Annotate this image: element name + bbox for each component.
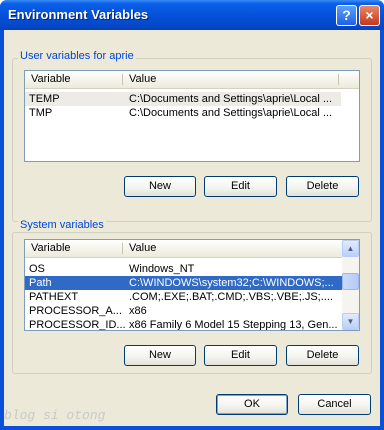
list-item[interactable]: PROCESSOR_A... x86 (25, 304, 342, 318)
list-item[interactable]: PATHEXT .COM;.EXE;.BAT;.CMD;.VBS;.VBE;.J… (25, 290, 342, 304)
ok-button[interactable]: OK (216, 394, 288, 415)
variable-value: x86 (129, 305, 147, 317)
watermark-text: blog si otong (4, 408, 106, 423)
variable-name: PATHEXT (29, 291, 79, 303)
variable-name: OS (29, 263, 45, 275)
list-item-selected[interactable]: Path C:\WINDOWS\system32;C:\WINDOWS;... (25, 276, 342, 290)
chevron-down-icon: ▼ (346, 317, 355, 326)
list-item[interactable]: TEMP C:\Documents and Settings\aprie\Loc… (25, 92, 341, 106)
variable-name: Path (29, 277, 52, 289)
close-icon: × (365, 7, 374, 23)
scroll-thumb[interactable] (342, 273, 359, 290)
help-icon: ? (342, 7, 351, 23)
variable-value: .COM;.EXE;.BAT;.CMD;.VBS;.VBE;.JS;.... (129, 291, 333, 303)
list-header: Variable Value (25, 71, 359, 89)
system-new-button[interactable]: New (124, 345, 196, 366)
system-variables-list[interactable]: Variable Value OS Windows_NT Path C:\WIN… (24, 239, 360, 331)
variable-value: C:\WINDOWS\system32;C:\WINDOWS;... (129, 277, 334, 289)
variable-value: C:\Documents and Settings\aprie\Local ..… (129, 107, 332, 119)
title-bar[interactable]: Environment Variables ? × (0, 0, 384, 30)
user-variables-label: User variables for aprie (18, 50, 136, 62)
variable-value: Windows_NT (129, 263, 195, 275)
variable-name: PROCESSOR_ID... (29, 319, 126, 331)
column-value[interactable]: Value (123, 71, 337, 88)
variable-value: x86 Family 6 Model 15 Stepping 13, Gen..… (129, 319, 338, 331)
scroll-up-button[interactable]: ▲ (342, 240, 359, 257)
user-variables-list[interactable]: Variable Value TEMP C:\Documents and Set… (24, 70, 360, 162)
environment-variables-dialog: Environment Variables ? × User variables… (0, 0, 384, 430)
system-edit-button[interactable]: Edit (204, 345, 277, 366)
column-variable[interactable]: Variable (25, 71, 122, 88)
cancel-button[interactable]: Cancel (298, 394, 371, 415)
system-variables-label: System variables (18, 219, 106, 231)
list-item[interactable]: PROCESSOR_ID... x86 Family 6 Model 15 St… (25, 318, 342, 331)
help-button[interactable]: ? (336, 5, 357, 26)
window-title: Environment Variables (8, 7, 149, 22)
column-value[interactable]: Value (123, 240, 337, 257)
chevron-up-icon: ▲ (346, 244, 355, 253)
list-item[interactable]: TMP C:\Documents and Settings\aprie\Loca… (25, 106, 341, 120)
close-button[interactable]: × (359, 5, 380, 26)
variable-name: PROCESSOR_A... (29, 305, 122, 317)
dialog-body: User variables for aprie Variable Value … (4, 30, 380, 426)
user-edit-button[interactable]: Edit (204, 176, 277, 197)
scroll-down-button[interactable]: ▼ (342, 313, 359, 330)
user-delete-button[interactable]: Delete (286, 176, 359, 197)
window-frame-right (380, 30, 384, 430)
variable-name: TEMP (29, 93, 60, 105)
list-item[interactable]: OS Windows_NT (25, 262, 342, 276)
system-delete-button[interactable]: Delete (286, 345, 359, 366)
window-frame-bottom (0, 426, 384, 430)
column-divider[interactable] (338, 74, 339, 85)
vertical-scrollbar[interactable]: ▲ ▼ (342, 240, 359, 330)
column-variable[interactable]: Variable (25, 240, 122, 257)
list-header: Variable Value (25, 240, 359, 258)
variable-name: TMP (29, 107, 53, 119)
user-new-button[interactable]: New (124, 176, 196, 197)
variable-value: C:\Documents and Settings\aprie\Local ..… (129, 93, 332, 105)
